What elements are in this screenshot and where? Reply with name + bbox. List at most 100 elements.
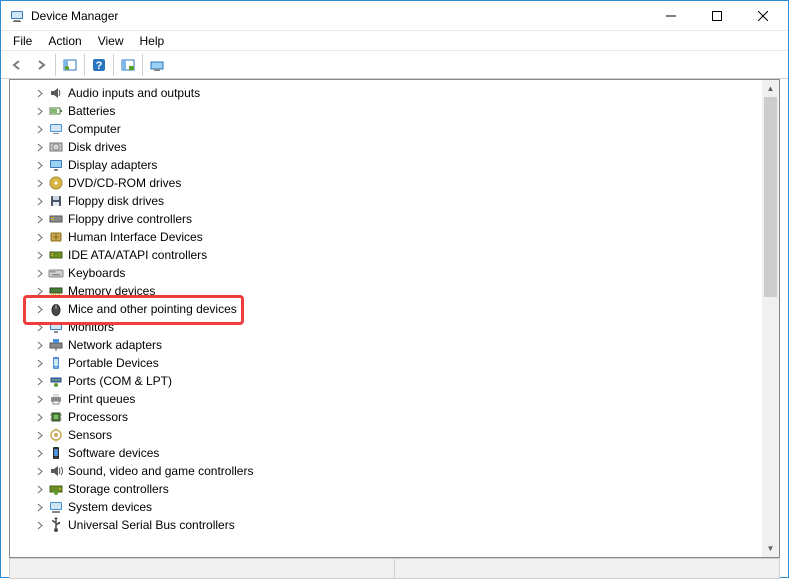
tree-item[interactable]: Floppy drive controllers <box>26 210 779 228</box>
monitor-icon <box>48 319 64 335</box>
tree-item-label: Floppy disk drives <box>68 194 164 208</box>
tree-item[interactable]: Storage controllers <box>26 480 779 498</box>
forward-button[interactable] <box>29 53 53 77</box>
expand-chevron-icon[interactable] <box>34 357 46 369</box>
tree-item-label: Storage controllers <box>68 482 169 496</box>
expand-chevron-icon[interactable] <box>34 285 46 297</box>
expand-chevron-icon[interactable] <box>34 465 46 477</box>
tree-item-label: Software devices <box>68 446 159 460</box>
expand-chevron-icon[interactable] <box>34 213 46 225</box>
tree-item[interactable]: Processors <box>26 408 779 426</box>
device-tree[interactable]: Audio inputs and outputs Batteries Compute… <box>10 80 779 557</box>
tree-item-label: Portable Devices <box>68 356 159 370</box>
menu-view[interactable]: View <box>90 32 132 50</box>
tree-item[interactable]: Network adapters <box>26 336 779 354</box>
expand-chevron-icon[interactable] <box>34 141 46 153</box>
network-icon <box>48 337 64 353</box>
expand-chevron-icon[interactable] <box>34 303 46 315</box>
tree-item-label: Batteries <box>68 104 115 118</box>
back-button[interactable] <box>5 53 29 77</box>
tree-item-label: Network adapters <box>68 338 162 352</box>
memory-icon <box>48 283 64 299</box>
tree-item-label: Ports (COM & LPT) <box>68 374 172 388</box>
tree-item[interactable]: System devices <box>26 498 779 516</box>
expand-chevron-icon[interactable] <box>34 267 46 279</box>
tree-item[interactable]: Audio inputs and outputs <box>26 84 779 102</box>
tree-item-label: Keyboards <box>68 266 125 280</box>
mouse-icon <box>48 301 64 317</box>
computer-icon <box>48 121 64 137</box>
show-hide-tree-button[interactable] <box>58 53 82 77</box>
expand-chevron-icon[interactable] <box>34 411 46 423</box>
expand-chevron-icon[interactable] <box>34 105 46 117</box>
floppyctrl-icon <box>48 211 64 227</box>
status-cell <box>10 559 395 578</box>
tree-item[interactable]: Ports (COM & LPT) <box>26 372 779 390</box>
properties-button[interactable] <box>145 53 169 77</box>
expand-chevron-icon[interactable] <box>34 177 46 189</box>
tree-item-label: Audio inputs and outputs <box>68 86 200 100</box>
expand-chevron-icon[interactable] <box>34 447 46 459</box>
tree-item[interactable]: Sound, video and game controllers <box>26 462 779 480</box>
expand-chevron-icon[interactable] <box>34 519 46 531</box>
tree-item[interactable]: Monitors <box>26 318 779 336</box>
tree-item[interactable]: Floppy disk drives <box>26 192 779 210</box>
expand-chevron-icon[interactable] <box>34 123 46 135</box>
tree-item[interactable]: Disk drives <box>26 138 779 156</box>
tree-item[interactable]: DVD/CD-ROM drives <box>26 174 779 192</box>
tree-item-label: Disk drives <box>68 140 127 154</box>
dvd-icon <box>48 175 64 191</box>
tree-item[interactable]: IDE ATA/ATAPI controllers <box>26 246 779 264</box>
title-bar: Device Manager <box>1 1 788 31</box>
tree-item[interactable]: Portable Devices <box>26 354 779 372</box>
tree-item[interactable]: Keyboards <box>26 264 779 282</box>
minimize-button[interactable] <box>648 1 694 30</box>
toolbar-separator <box>84 54 85 76</box>
scan-hardware-button[interactable] <box>116 53 140 77</box>
expand-chevron-icon[interactable] <box>34 501 46 513</box>
expand-chevron-icon[interactable] <box>34 483 46 495</box>
tree-item[interactable]: Software devices <box>26 444 779 462</box>
expand-chevron-icon[interactable] <box>34 339 46 351</box>
expand-chevron-icon[interactable] <box>34 87 46 99</box>
expand-chevron-icon[interactable] <box>34 375 46 387</box>
tree-item[interactable]: Computer <box>26 120 779 138</box>
scroll-up-button[interactable]: ▲ <box>762 80 779 97</box>
menu-help[interactable]: Help <box>132 32 173 50</box>
expand-chevron-icon[interactable] <box>34 249 46 261</box>
scroll-thumb[interactable] <box>764 97 777 297</box>
vertical-scrollbar[interactable]: ▲ ▼ <box>762 80 779 557</box>
tree-item-label: Memory devices <box>68 284 155 298</box>
close-button[interactable] <box>740 1 786 30</box>
menu-action[interactable]: Action <box>40 32 89 50</box>
maximize-button[interactable] <box>694 1 740 30</box>
portable-icon <box>48 355 64 371</box>
expand-chevron-icon[interactable] <box>34 231 46 243</box>
battery-icon <box>48 103 64 119</box>
toolbar-separator <box>113 54 114 76</box>
expand-chevron-icon[interactable] <box>34 393 46 405</box>
tree-item-label: Print queues <box>68 392 135 406</box>
tree-item[interactable]: Memory devices <box>26 282 779 300</box>
tree-item[interactable]: Batteries <box>26 102 779 120</box>
tree-item-label: Monitors <box>68 320 114 334</box>
scroll-down-button[interactable]: ▼ <box>762 540 779 557</box>
tree-item-label: IDE ATA/ATAPI controllers <box>68 248 207 262</box>
keyboard-icon <box>48 265 64 281</box>
menu-file[interactable]: File <box>5 32 40 50</box>
toolbar-separator <box>142 54 143 76</box>
audio-icon <box>48 85 64 101</box>
cpu-icon <box>48 409 64 425</box>
tree-item[interactable]: Mice and other pointing devices <box>26 300 779 318</box>
expand-chevron-icon[interactable] <box>34 159 46 171</box>
expand-chevron-icon[interactable] <box>34 321 46 333</box>
tree-item[interactable]: Universal Serial Bus controllers <box>26 516 779 534</box>
tree-item[interactable]: Display adapters <box>26 156 779 174</box>
expand-chevron-icon[interactable] <box>34 195 46 207</box>
tree-item[interactable]: Print queues <box>26 390 779 408</box>
expand-chevron-icon[interactable] <box>34 429 46 441</box>
help-button[interactable]: ? <box>87 53 111 77</box>
tree-item[interactable]: Human Interface Devices <box>26 228 779 246</box>
tree-item[interactable]: Sensors <box>26 426 779 444</box>
content-area: Audio inputs and outputs Batteries Compute… <box>9 79 780 558</box>
